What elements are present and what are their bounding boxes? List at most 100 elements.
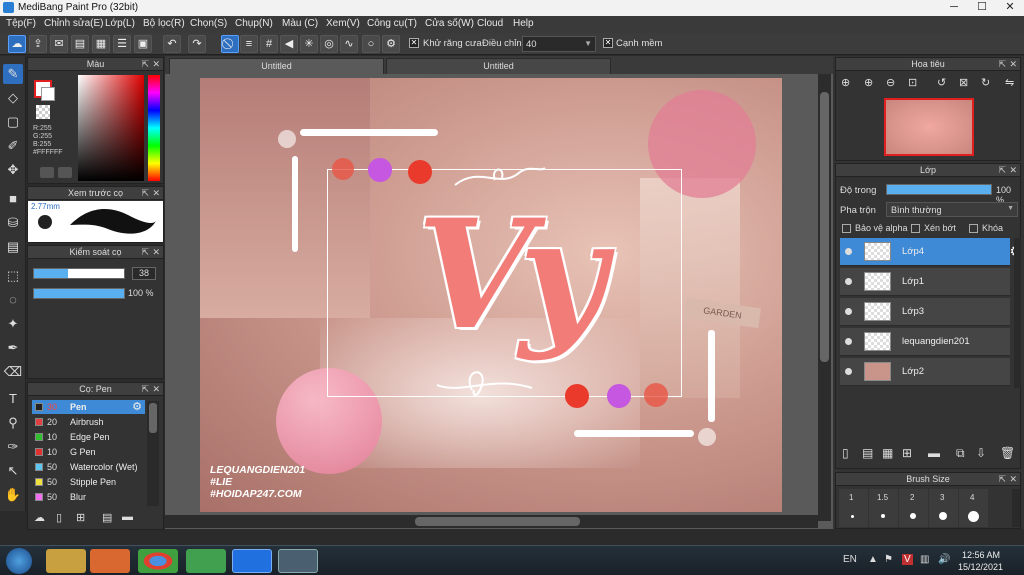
undock-icon[interactable]: ⇱ <box>141 187 149 200</box>
select-tool-icon[interactable]: ⬚ <box>3 266 23 286</box>
undock-icon[interactable]: ⇱ <box>141 246 149 259</box>
vertical-scroll-thumb[interactable] <box>820 92 829 362</box>
brush-opacity-slider[interactable] <box>33 288 125 299</box>
network-icon[interactable]: ▥ <box>920 554 929 565</box>
horizontal-scrollbar[interactable] <box>165 515 818 528</box>
brush-item[interactable]: 30 Pen ⚙ <box>32 400 145 414</box>
folder-icon[interactable]: ▬ <box>928 446 940 460</box>
comment-icon[interactable]: ✉ <box>50 35 68 53</box>
blend-mode-select[interactable]: Bình thường ▼ <box>886 202 1018 217</box>
menu-filter[interactable]: Bộ lọc(R) <box>143 18 185 29</box>
tab-untitled-1[interactable]: Untitled <box>169 58 384 74</box>
magic-wand-icon[interactable]: ✦ <box>3 314 23 334</box>
flag-icon[interactable]: ⚑ <box>884 554 893 565</box>
menu-layer[interactable]: Lớp(L) <box>105 18 135 29</box>
pen-tool-icon[interactable]: ✐ <box>3 136 23 156</box>
hand-tool-icon[interactable]: ✋ <box>3 485 23 505</box>
trash-icon[interactable]: 🗑 <box>1000 446 1015 460</box>
eyedropper-icon[interactable]: ✑ <box>3 437 23 457</box>
antialias-checkbox[interactable]: ✕ <box>409 38 419 48</box>
close-icon[interactable]: ✕ <box>152 58 160 71</box>
add-layer-menu-icon[interactable]: ⊞ <box>902 446 912 460</box>
tray-arrow-icon[interactable]: ▲ <box>868 554 878 565</box>
volume-icon[interactable]: 🔊 <box>938 554 950 565</box>
artwork-canvas[interactable]: GARDEN Vy LEQUANGDIEN201 #LIE #HOIDAP247… <box>200 78 782 512</box>
grid-icon[interactable]: ▣ <box>134 35 152 53</box>
zoom-fit-icon[interactable]: ⊡ <box>908 76 917 89</box>
visibility-icon[interactable] <box>845 248 852 255</box>
close-icon[interactable]: ✕ <box>152 383 160 396</box>
select-eraser-icon[interactable]: ⌫ <box>3 362 23 382</box>
redo-icon[interactable]: ↷ <box>188 35 206 53</box>
brush-list-scrollbar[interactable] <box>147 401 159 506</box>
brush-size-scrollbar[interactable] <box>1012 489 1020 527</box>
palette-icon[interactable] <box>40 167 54 178</box>
adjust-select[interactable]: 40 ▼ <box>522 36 596 52</box>
curve-snap-icon[interactable]: ∿ <box>340 35 358 53</box>
new-8bit-layer-icon[interactable]: ▦ <box>882 446 893 460</box>
brush-item[interactable]: 50 Watercolor (Wet) <box>32 460 145 474</box>
cloud-icon[interactable]: ☁ <box>8 35 26 53</box>
visibility-icon[interactable] <box>845 338 852 345</box>
brush-scroll-thumb[interactable] <box>149 403 157 433</box>
visibility-icon[interactable] <box>845 308 852 315</box>
minimize-button[interactable]: ─ <box>940 0 968 16</box>
gear-icon[interactable]: ⚙ <box>132 400 142 413</box>
bucket-tool-icon[interactable]: ⛁ <box>3 213 23 233</box>
menu-tools[interactable]: Công cụ(T) <box>367 18 417 29</box>
horizontal-scroll-thumb[interactable] <box>415 517 580 526</box>
brush-item[interactable]: 10 Edge Pen <box>32 430 145 444</box>
rotate-right-icon[interactable]: ↻ <box>981 76 990 89</box>
undock-icon[interactable]: ⇱ <box>998 58 1006 71</box>
brush-size-option[interactable]: 1.5 <box>869 489 898 527</box>
visibility-icon[interactable] <box>845 278 852 285</box>
menu-help[interactable]: Help <box>513 18 534 29</box>
layer-list-scrollbar[interactable] <box>1014 238 1021 388</box>
media-player-taskbar-icon[interactable] <box>90 549 130 573</box>
undo-icon[interactable]: ↶ <box>163 35 181 53</box>
cococ-taskbar-icon[interactable] <box>186 549 226 573</box>
fill-rect-tool-icon[interactable]: ■ <box>3 189 23 209</box>
layer-opacity-slider[interactable] <box>886 184 992 195</box>
brush-size-option[interactable]: 2 <box>899 489 928 527</box>
brush-size-option[interactable]: 1 <box>839 489 868 527</box>
brush-item[interactable]: 10 G Pen <box>32 445 145 459</box>
undock-icon[interactable]: ⇱ <box>998 473 1006 486</box>
lock-checkbox[interactable] <box>969 224 978 233</box>
secondary-color-swatch[interactable] <box>41 87 55 101</box>
page-icon[interactable]: ▦ <box>92 35 110 53</box>
hue-slider[interactable] <box>148 75 160 181</box>
ellipse-snap-icon[interactable]: ○ <box>362 35 380 53</box>
layer-row-lop4[interactable]: Lớp4 ⚙ <box>840 238 1022 266</box>
operation-tool-icon[interactable]: ↖ <box>3 461 23 481</box>
layer-row-lequangdien201[interactable]: lequangdien201 <box>840 328 1010 356</box>
menu-cloud[interactable]: Cloud <box>477 18 503 29</box>
unikey-icon[interactable]: V <box>902 554 913 565</box>
transparent-swatch[interactable] <box>36 105 50 119</box>
flip-icon[interactable]: ⇋ <box>1005 76 1014 89</box>
visibility-icon[interactable] <box>845 368 852 375</box>
clipping-checkbox[interactable] <box>911 224 920 233</box>
lasso-tool-icon[interactable]: ◌ <box>3 290 23 310</box>
brush-size-option[interactable]: 4 <box>959 489 988 527</box>
circle-snap-icon[interactable]: ◎ <box>320 35 338 53</box>
medibang-taskbar-icon[interactable] <box>278 549 318 573</box>
eraser-tool-icon[interactable]: ◇ <box>3 88 23 108</box>
menu-color[interactable]: Màu (C) <box>282 18 318 29</box>
merge-layer-icon[interactable]: ⇩ <box>976 446 986 460</box>
close-icon[interactable]: ✕ <box>152 187 160 200</box>
zoom-in-icon[interactable]: ⊕ <box>841 76 850 89</box>
brush-size-slider[interactable] <box>33 268 125 279</box>
document-icon[interactable]: ▤ <box>71 35 89 53</box>
brush-size-option[interactable]: 3 <box>929 489 958 527</box>
perspective-snap-icon[interactable]: ◀ <box>280 35 298 53</box>
rect-tool-icon[interactable]: ▢ <box>3 112 23 132</box>
maximize-button[interactable]: ☐ <box>968 0 996 16</box>
undock-icon[interactable]: ⇱ <box>141 58 149 71</box>
share-icon[interactable]: ⇪ <box>29 35 47 53</box>
menu-file[interactable]: Tệp(F) <box>6 18 36 29</box>
zoom-in-icon[interactable]: ⊕ <box>864 76 873 89</box>
undock-icon[interactable]: ⇱ <box>141 383 149 396</box>
brush-tool-icon[interactable]: ✎ <box>3 64 23 84</box>
layer-row-lop1[interactable]: Lớp1 <box>840 268 1010 296</box>
